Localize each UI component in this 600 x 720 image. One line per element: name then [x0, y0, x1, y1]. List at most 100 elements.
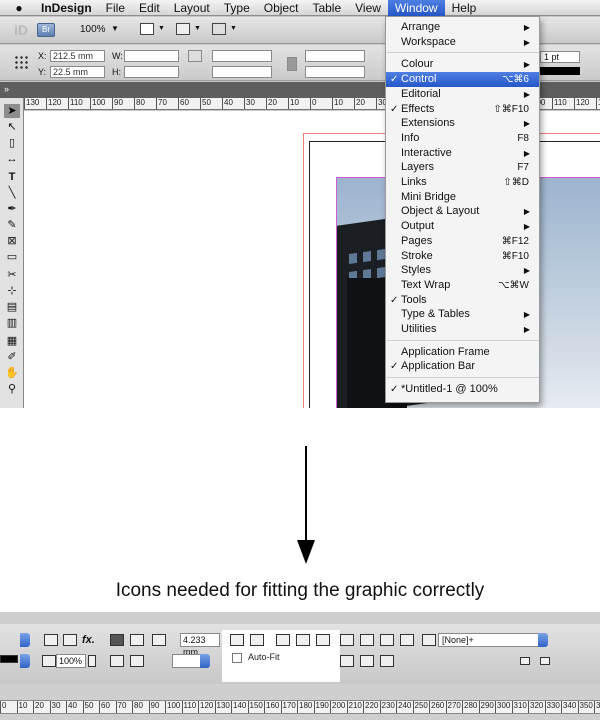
gradient-swatch-tool-icon[interactable]: ▤: [4, 300, 20, 314]
selection-tool-icon[interactable]: ➤: [4, 104, 20, 118]
fill-frame-proportionally-icon[interactable]: [230, 634, 244, 646]
menu-help[interactable]: Help: [445, 0, 484, 16]
auto-fit-checkbox[interactable]: [232, 653, 242, 663]
menu-item-interactive[interactable]: Interactive ▶: [386, 146, 539, 161]
type-tool-icon[interactable]: T: [4, 170, 20, 184]
menu-item-text-wrap[interactable]: Text Wrap ⌥⌘W: [386, 278, 539, 293]
zoom-tool-icon[interactable]: ⚲: [4, 382, 20, 396]
menu-item-layers[interactable]: Layers F7: [386, 160, 539, 175]
pen-tool-icon[interactable]: ✒: [4, 202, 20, 216]
menu-item-workspace[interactable]: Workspace ▶: [386, 35, 539, 50]
align-top-edges-icon[interactable]: [340, 655, 354, 667]
gradient-feather-tool-icon[interactable]: ▥: [4, 316, 20, 330]
stroke-align-outside-icon[interactable]: [110, 634, 124, 646]
menu-view[interactable]: View: [348, 0, 388, 16]
rectangle-tool-icon[interactable]: ▭: [4, 250, 20, 264]
menu-layout[interactable]: Layout: [167, 0, 217, 16]
menu-item-output[interactable]: Output ▶: [386, 219, 539, 234]
stroke-type-swatch-bottom[interactable]: [0, 655, 18, 663]
menu-item-effects[interactable]: ✓ Effects ⇧⌘F10: [386, 102, 539, 117]
view-options-icon[interactable]: [140, 23, 154, 35]
menu-window[interactable]: Window: [387, 0, 445, 16]
fit-content-proportionally-icon[interactable]: [250, 634, 264, 646]
corner-shape-dropdown-icon[interactable]: [200, 654, 210, 668]
menu-item-colour[interactable]: Colour ▶: [386, 57, 539, 72]
constrain-proportions-icon[interactable]: [188, 50, 202, 62]
stroke-type-swatch[interactable]: [540, 67, 580, 75]
fit-frame-to-content-icon[interactable]: [296, 634, 310, 646]
menu-item-mini-bridge[interactable]: Mini Bridge: [386, 190, 539, 205]
menu-item-styles[interactable]: Styles ▶: [386, 263, 539, 278]
scissors-tool-icon[interactable]: ✂: [4, 268, 20, 282]
menu-item-arrange[interactable]: Arrange ▶: [386, 20, 539, 35]
gap-tool-icon[interactable]: ↔: [4, 152, 20, 166]
align-horizontal-centers-icon[interactable]: [360, 634, 374, 646]
drop-shadow-icon[interactable]: [44, 634, 58, 646]
menu-item-info[interactable]: Info F8: [386, 131, 539, 146]
hand-tool-icon[interactable]: ✋: [4, 366, 20, 380]
note-tool-icon[interactable]: ▦: [4, 334, 20, 348]
panel-menu-icon[interactable]: [540, 657, 550, 665]
menu-item-control[interactable]: ✓ Control ⌥⌘6: [386, 72, 539, 88]
clear-overrides-icon[interactable]: [520, 657, 530, 665]
menu-item-application-frame[interactable]: Application Frame: [386, 345, 539, 360]
menu-table[interactable]: Table: [305, 0, 348, 16]
menu-item-links[interactable]: Links ⇧⌘D: [386, 175, 539, 190]
zoom-level[interactable]: 100%: [80, 24, 106, 35]
stroke-weight-field[interactable]: 1 pt: [540, 51, 580, 63]
page-tool-icon[interactable]: ▯: [4, 136, 20, 150]
zoom-dropdown-icon[interactable]: ▼: [111, 24, 119, 33]
menu-item-editorial[interactable]: Editorial ▶: [386, 87, 539, 102]
arrange-documents-arrow-icon[interactable]: ▼: [230, 25, 237, 32]
arrange-documents-icon[interactable]: [212, 23, 226, 35]
menu-item-application-bar[interactable]: ✓ Application Bar: [386, 359, 539, 374]
stroke-type-dropdown-icon[interactable]: [20, 654, 30, 668]
scale-x-field[interactable]: [212, 50, 272, 62]
object-style-select[interactable]: [None]+: [438, 633, 542, 647]
x-field[interactable]: 212.5 mm: [50, 50, 105, 62]
menu-file[interactable]: File: [99, 0, 132, 16]
stroke-corners-icon[interactable]: [130, 655, 144, 667]
menu-indesign[interactable]: InDesign: [34, 0, 99, 16]
reference-point-icon[interactable]: [14, 55, 30, 71]
stroke-color-dropdown-icon[interactable]: [20, 633, 30, 647]
menu-item-untitled-1-100[interactable]: ✓ *Untitled-1 @ 100%: [386, 382, 539, 397]
opacity-icon[interactable]: [63, 634, 77, 646]
menu-edit[interactable]: Edit: [132, 0, 167, 16]
y-field[interactable]: 22.5 mm: [50, 66, 105, 78]
screen-mode-arrow-icon[interactable]: ▼: [194, 25, 201, 32]
fit-content-to-frame-icon[interactable]: [276, 634, 290, 646]
rectangle-frame-tool-icon[interactable]: ⊠: [4, 234, 20, 248]
align-vertical-centers-icon[interactable]: [360, 655, 374, 667]
effects-fx-button[interactable]: fx.: [82, 634, 95, 646]
w-field[interactable]: [124, 50, 179, 62]
corner-shape-select[interactable]: [172, 654, 202, 668]
apple-icon[interactable]: ●: [12, 1, 26, 15]
menu-item-extensions[interactable]: Extensions ▶: [386, 116, 539, 131]
align-right-edges-icon[interactable]: [380, 634, 394, 646]
opacity-field[interactable]: 100%: [56, 654, 86, 668]
rotation-field[interactable]: [305, 50, 365, 62]
align-left-edges-icon[interactable]: [340, 634, 354, 646]
stroke-offset-field[interactable]: 4.233 mm: [180, 633, 220, 657]
pencil-tool-icon[interactable]: ✎: [4, 218, 20, 232]
menu-item-object-layout[interactable]: Object & Layout ▶: [386, 204, 539, 219]
screen-mode-icon[interactable]: [176, 23, 190, 35]
menu-item-type-tables[interactable]: Type & Tables ▶: [386, 307, 539, 322]
opacity-stepper-icon[interactable]: [88, 655, 96, 667]
menu-object[interactable]: Object: [257, 0, 306, 16]
lock-icon[interactable]: [287, 57, 297, 71]
direct-selection-tool-icon[interactable]: ↖: [4, 120, 20, 134]
object-style-dropdown-icon[interactable]: [538, 633, 548, 647]
view-options-arrow-icon[interactable]: ▼: [158, 25, 165, 32]
eyedropper-tool-icon[interactable]: ✐: [4, 350, 20, 364]
collapse-panels-icon[interactable]: »: [4, 84, 9, 94]
bridge-button[interactable]: Br: [37, 23, 55, 37]
menu-item-stroke[interactable]: Stroke ⌘F10: [386, 249, 539, 264]
menu-item-tools[interactable]: ✓ Tools: [386, 293, 539, 308]
menu-type[interactable]: Type: [217, 0, 257, 16]
stroke-align-inside-icon[interactable]: [130, 634, 144, 646]
center-content-icon[interactable]: [316, 634, 330, 646]
distribute-icon[interactable]: [400, 634, 414, 646]
menu-item-pages[interactable]: Pages ⌘F12: [386, 234, 539, 249]
